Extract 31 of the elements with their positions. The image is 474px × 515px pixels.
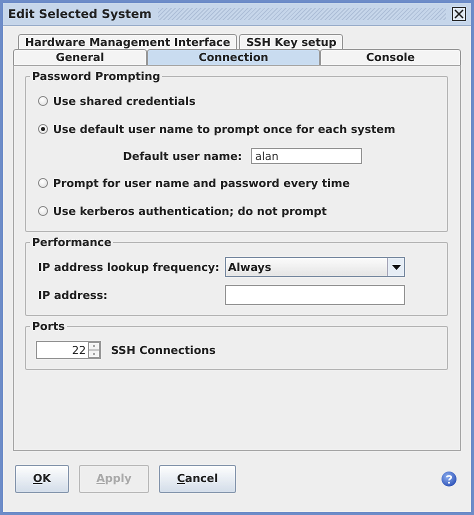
radio-label[interactable]: Use default user name to prompt once for each system (53, 122, 396, 136)
field-label: IP address: (38, 288, 109, 302)
group-title: Password Prompting (31, 70, 162, 83)
dropdown[interactable]: Always (225, 257, 405, 277)
radio-button[interactable] (38, 178, 48, 188)
spinner-field[interactable]: 22 (36, 341, 101, 359)
input-field[interactable]: alan (251, 148, 362, 164)
radio-button[interactable] (38, 96, 48, 106)
radio-button[interactable] (38, 124, 48, 134)
dialog-button[interactable]: Cancel (159, 464, 236, 492)
close-icon[interactable] (452, 7, 466, 21)
group-title: Ports (31, 320, 66, 333)
tab[interactable]: Console (320, 49, 461, 65)
radio-label[interactable]: Prompt for user name and password every time (53, 176, 350, 190)
tab[interactable]: SSH Key setup (239, 34, 344, 50)
radio-button[interactable] (38, 206, 48, 216)
radio-label[interactable]: Use kerberos authentication; do not prompt (53, 204, 327, 218)
spinner-arrows-icon[interactable] (88, 342, 100, 358)
dialog-button[interactable]: OK (15, 464, 69, 492)
window-title: Edit Selected System (8, 7, 152, 21)
tab[interactable]: Connection (147, 49, 320, 66)
group-title: Performance (31, 236, 112, 249)
help-icon[interactable] (441, 470, 457, 486)
tab[interactable]: General (13, 49, 147, 65)
field-label: IP address lookup frequency: (38, 260, 220, 274)
input-field[interactable] (225, 285, 405, 305)
caret-icon (392, 264, 400, 270)
field-label: SSH Connections (111, 344, 216, 356)
field-label: Default user name: (122, 150, 242, 162)
radio-label[interactable]: Use shared credentials (53, 94, 196, 108)
tab[interactable]: Hardware Management Interface (18, 34, 238, 50)
